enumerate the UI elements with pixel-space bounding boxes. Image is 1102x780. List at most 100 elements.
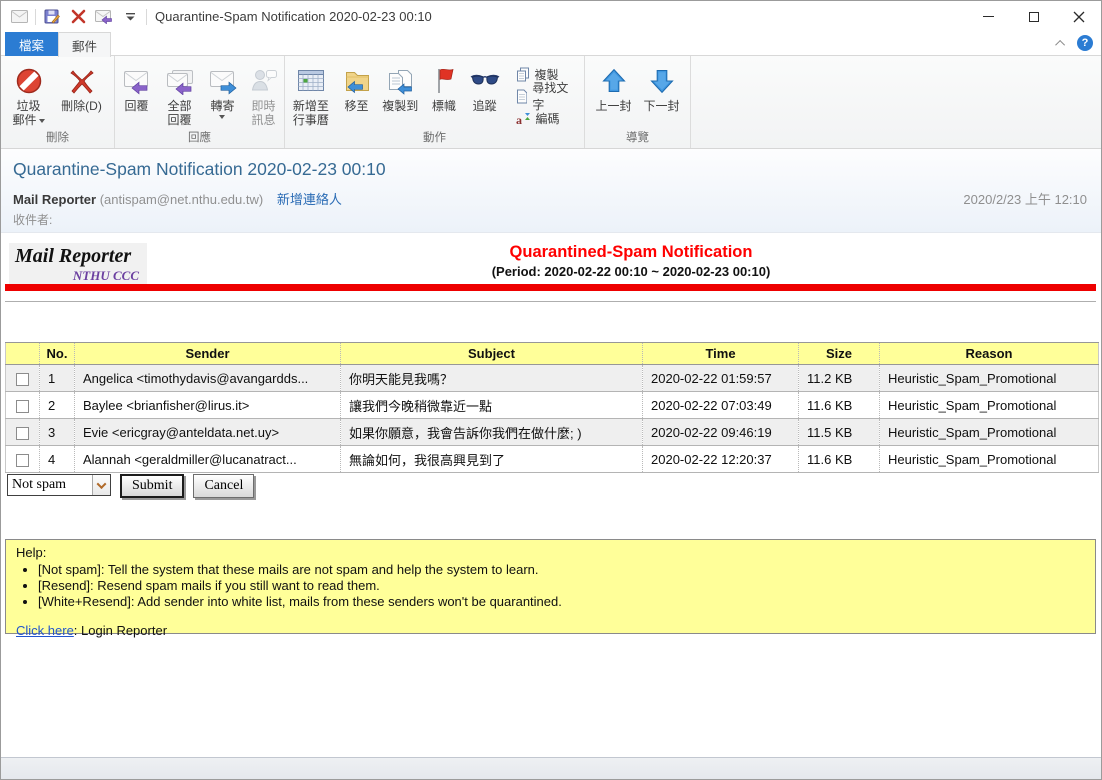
window-envelope-icon	[9, 7, 29, 27]
table-row: 4 Alannah <geraldmiller@lucanatract... 無…	[6, 446, 1099, 473]
to-label: 收件者:	[13, 211, 52, 228]
col-reason: Reason	[880, 343, 1099, 365]
group-label: 回應	[188, 130, 211, 148]
collapse-ribbon-icon[interactable]	[1055, 39, 1065, 49]
copy-icon	[516, 67, 530, 82]
separator	[146, 9, 147, 25]
col-no: No.	[40, 343, 75, 365]
table-row: 1 Angelica <timothydavis@avangardds... 你…	[6, 365, 1099, 392]
table-row: 2 Baylee <brianfisher@lirus.it> 讓我們今晚稍微靠…	[6, 392, 1099, 419]
table-row: 3 Evie <ericgray@anteldata.net.uy> 如果你願意…	[6, 419, 1099, 446]
red-divider-bar	[5, 284, 1096, 291]
ribbon-tab-row: 檔案 郵件 ?	[1, 32, 1101, 56]
titlebar: Quarantine-Spam Notification 2020-02-23 …	[1, 1, 1101, 32]
spam-table: No. Sender Subject Time Size Reason 1 An…	[5, 342, 1099, 473]
notification-banner: Quarantined-Spam Notification (Period: 2…	[371, 243, 891, 279]
minimize-button[interactable]	[966, 1, 1011, 32]
find-text-button[interactable]: 尋找文字	[512, 85, 585, 107]
table-header-row: No. Sender Subject Time Size Reason	[6, 343, 1099, 365]
col-size: Size	[799, 343, 880, 365]
submit-button[interactable]: Submit	[120, 474, 184, 498]
group-label: 導覽	[626, 130, 649, 148]
maximize-button[interactable]	[1011, 1, 1056, 32]
checkbox-column-header	[6, 343, 40, 365]
notification-title: Quarantined-Spam Notification	[371, 243, 891, 262]
row-checkbox[interactable]	[16, 400, 29, 413]
red-x-icon	[68, 63, 96, 99]
folder-arrow-icon	[343, 63, 371, 99]
ribbon: 垃圾郵件 刪除(D) 刪除 回覆	[1, 56, 1101, 149]
move-to-button[interactable]: 移至	[337, 61, 377, 113]
dropdown-caret-icon	[39, 119, 45, 123]
help-box: Help: [Not spam]: Tell the system that t…	[5, 539, 1096, 634]
action-select[interactable]: Not spam	[7, 474, 111, 496]
encoding-icon: a	[516, 111, 531, 126]
close-button[interactable]	[1056, 1, 1101, 32]
row-checkbox[interactable]	[16, 373, 29, 386]
row-checkbox[interactable]	[16, 427, 29, 440]
sunglasses-icon	[469, 63, 501, 99]
mail-window: Quarantine-Spam Notification 2020-02-23 …	[0, 0, 1102, 780]
reply-button[interactable]: 回覆	[116, 61, 158, 113]
copy-to-button[interactable]: 複製到	[376, 61, 424, 113]
action-form: Not spam Submit Cancel	[7, 474, 254, 500]
flag-button[interactable]: 標幟	[424, 61, 464, 113]
instant-message-button: 即時訊息	[244, 61, 284, 127]
quick-access-toolbar	[1, 7, 147, 27]
next-button[interactable]: 下一封	[638, 61, 686, 113]
tab-mail[interactable]: 郵件	[58, 32, 111, 57]
reply-all-button[interactable]: 全部回覆	[158, 61, 202, 127]
brand-subtitle: NTHU CCC	[15, 268, 139, 284]
sender-address: (antispam@net.nthu.edu.tw)	[100, 192, 264, 207]
encoding-button[interactable]: a 編碼	[512, 107, 585, 129]
maximize-icon	[1029, 12, 1039, 22]
ribbon-group-actions: 新增至行事曆 移至 複製到	[285, 56, 585, 148]
add-contact-link[interactable]: 新增連絡人	[277, 192, 342, 207]
brand-block: Mail Reporter NTHU CCC	[9, 243, 147, 288]
help-icon[interactable]: ?	[1077, 35, 1093, 51]
save-icon[interactable]	[42, 7, 62, 27]
forward-button[interactable]: 轉寄	[202, 61, 244, 119]
reply-icon[interactable]	[94, 7, 114, 27]
help-item: [Resend]: Resend spam mails if you still…	[38, 578, 1085, 593]
col-sender: Sender	[75, 343, 341, 365]
ribbon-group-navigate: 上一封 下一封 導覽	[585, 56, 691, 148]
sender-name: Mail Reporter	[13, 192, 96, 207]
svg-text:a: a	[516, 113, 522, 126]
action-select-value: Not spam	[8, 477, 92, 493]
copy-pages-arrow-icon	[385, 63, 415, 99]
delete-icon[interactable]	[68, 7, 88, 27]
minimize-icon	[983, 16, 994, 17]
add-to-calendar-button[interactable]: 新增至行事曆	[285, 61, 337, 127]
message-date: 2020/2/23 上午 12:10	[963, 189, 1087, 208]
notification-period: (Period: 2020-02-22 00:10 ~ 2020-02-23 0…	[371, 264, 891, 279]
help-title: Help:	[16, 545, 1085, 560]
from-line: Mail Reporter (antispam@net.nthu.edu.tw)…	[13, 189, 342, 208]
separator	[35, 9, 36, 25]
group-label: 刪除	[46, 130, 69, 148]
col-subject: Subject	[341, 343, 643, 365]
tab-file[interactable]: 檔案	[5, 32, 58, 56]
qat-customize-icon[interactable]	[120, 7, 140, 27]
calendar-icon	[296, 63, 326, 99]
help-list: [Not spam]: Tell the system that these m…	[38, 562, 1085, 609]
message-header: Quarantine-Spam Notification 2020-02-23 …	[1, 149, 1101, 233]
delete-button[interactable]: 刪除(D)	[53, 61, 111, 113]
login-reporter-link[interactable]: Click here	[16, 623, 74, 638]
ribbon-group-delete: 垃圾郵件 刪除(D) 刪除	[1, 56, 115, 148]
up-arrow-icon	[600, 63, 628, 99]
reply-all-envelopes-icon	[164, 63, 196, 99]
ribbon-group-respond: 回覆 全部回覆 轉寄	[115, 56, 285, 148]
forward-envelope-icon	[208, 63, 238, 99]
find-text-icon	[516, 89, 528, 104]
col-time: Time	[643, 343, 799, 365]
down-arrow-icon	[648, 63, 676, 99]
previous-button[interactable]: 上一封	[590, 61, 638, 113]
junk-mail-button[interactable]: 垃圾郵件	[5, 61, 53, 127]
flag-icon	[431, 63, 457, 99]
brand-title: Mail Reporter	[15, 245, 139, 268]
follow-up-button[interactable]: 追蹤	[464, 61, 506, 113]
dropdown-caret-icon	[219, 115, 225, 119]
cancel-button[interactable]: Cancel	[193, 474, 254, 498]
row-checkbox[interactable]	[16, 454, 29, 467]
